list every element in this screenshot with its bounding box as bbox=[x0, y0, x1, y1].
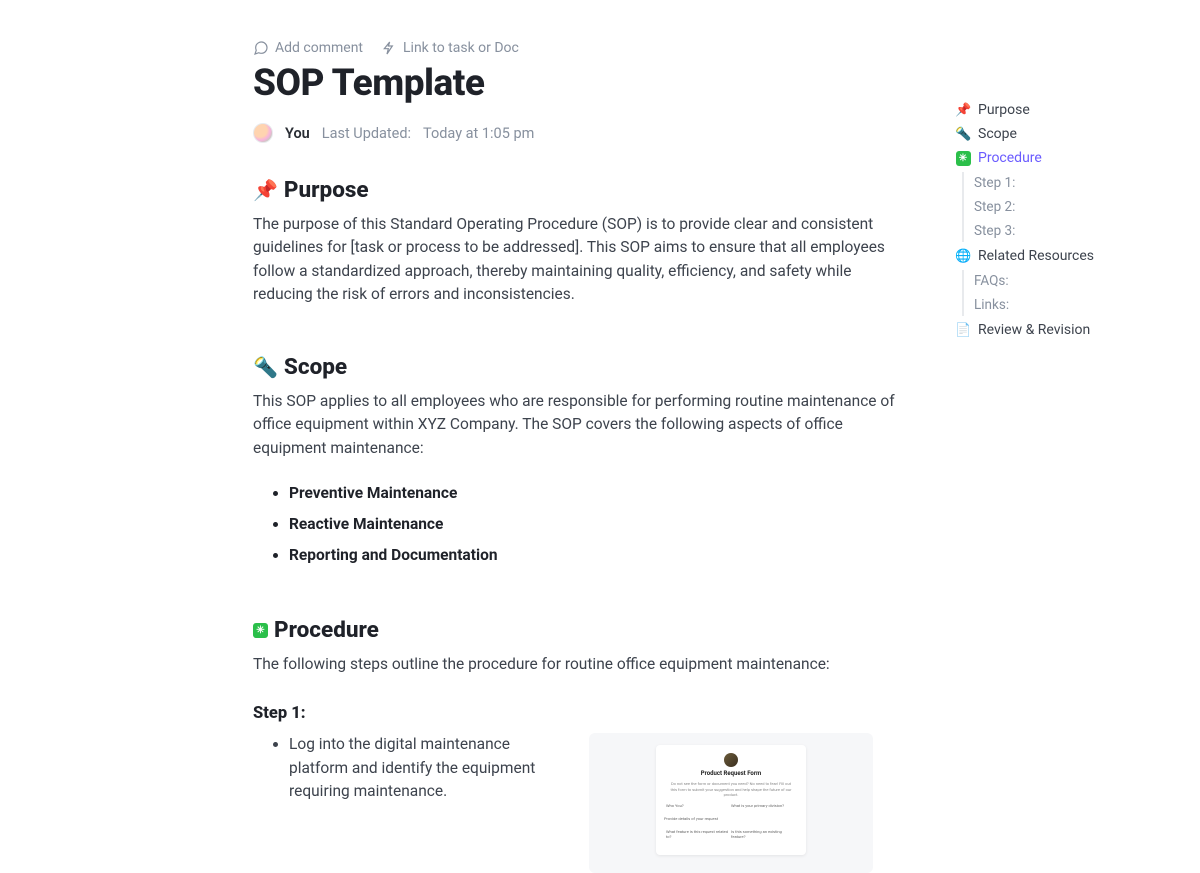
outline-sidebar: 📌 Purpose 🔦 Scope ✳ Procedure Step 1: St… bbox=[955, 98, 1155, 342]
purpose-heading: 📌 Purpose bbox=[253, 177, 913, 203]
outline-label: Scope bbox=[978, 126, 1017, 142]
page-title: SOP Template bbox=[253, 62, 913, 105]
outline-item-review[interactable]: 📄 Review & Revision bbox=[955, 318, 1155, 342]
outline-procedure-subs: Step 1: Step 2: Step 3: bbox=[962, 172, 1155, 242]
outline-sub-step3[interactable]: Step 3: bbox=[974, 220, 1155, 242]
asterisk-badge-icon: ✳ bbox=[253, 623, 268, 638]
last-updated-value: Today at 1:05 pm bbox=[423, 125, 534, 142]
asterisk-badge-icon: ✳ bbox=[955, 150, 971, 166]
outline-sub-faqs[interactable]: FAQs: bbox=[974, 270, 1155, 292]
link-doc-label: Link to task or Doc bbox=[403, 40, 519, 56]
procedure-heading: ✳ Procedure bbox=[253, 617, 913, 643]
scope-heading: 🔦 Scope bbox=[253, 354, 913, 380]
section-scope: 🔦 Scope This SOP applies to all employee… bbox=[253, 354, 913, 569]
procedure-intro: The following steps outline the procedur… bbox=[253, 653, 913, 676]
form-q1: Who You? bbox=[666, 803, 731, 808]
section-procedure: ✳ Procedure The following steps outline … bbox=[253, 617, 913, 873]
step-1-row: Log into the digital maintenance platfor… bbox=[253, 733, 913, 873]
purpose-heading-text: Purpose bbox=[284, 177, 369, 203]
outline-label: Procedure bbox=[978, 150, 1042, 166]
outline-sub-step1[interactable]: Step 1: bbox=[974, 172, 1155, 194]
outline-sub-step2[interactable]: Step 2: bbox=[974, 196, 1155, 218]
document-main: Add comment Link to task or Doc SOP Temp… bbox=[253, 40, 913, 873]
outline-item-scope[interactable]: 🔦 Scope bbox=[955, 122, 1155, 146]
form-description: Do not see the form or document you need… bbox=[664, 781, 798, 797]
embedded-form-preview[interactable]: Product Request Form Do not see the form… bbox=[589, 733, 873, 873]
form-q4b: Is this something an existing feature? bbox=[731, 829, 796, 839]
purpose-body: The purpose of this Standard Operating P… bbox=[253, 213, 913, 306]
pushpin-icon: 📌 bbox=[253, 178, 278, 202]
last-updated-label: Last Updated: bbox=[322, 125, 411, 142]
step-1-heading: Step 1: bbox=[253, 704, 913, 723]
list-item: Preventive Maintenance bbox=[289, 480, 913, 507]
scope-heading-text: Scope bbox=[284, 354, 347, 380]
outline-item-related[interactable]: 🌐 Related Resources bbox=[955, 244, 1155, 268]
flashlight-icon: 🔦 bbox=[955, 127, 971, 142]
top-actions: Add comment Link to task or Doc bbox=[253, 40, 913, 56]
outline-item-purpose[interactable]: 📌 Purpose bbox=[955, 98, 1155, 122]
link-icon bbox=[381, 40, 397, 56]
outline-sub-links[interactable]: Links: bbox=[974, 294, 1155, 316]
form-card: Product Request Form Do not see the form… bbox=[656, 745, 806, 855]
flashlight-icon: 🔦 bbox=[253, 355, 278, 379]
form-title: Product Request Form bbox=[664, 770, 798, 777]
link-doc-button[interactable]: Link to task or Doc bbox=[381, 40, 519, 56]
avatar[interactable] bbox=[253, 123, 273, 143]
byline: You Last Updated: Today at 1:05 pm bbox=[253, 123, 913, 143]
form-q4a: What feature is this request related to? bbox=[666, 829, 731, 839]
step-1-text: Log into the digital maintenance platfor… bbox=[253, 733, 553, 807]
outline-label: Purpose bbox=[978, 102, 1030, 118]
author-name: You bbox=[285, 125, 310, 142]
comment-icon bbox=[253, 40, 269, 56]
list-item: Reporting and Documentation bbox=[289, 542, 913, 569]
scope-body: This SOP applies to all employees who ar… bbox=[253, 390, 913, 460]
section-purpose: 📌 Purpose The purpose of this Standard O… bbox=[253, 177, 913, 306]
add-comment-button[interactable]: Add comment bbox=[253, 40, 363, 56]
procedure-heading-text: Procedure bbox=[274, 617, 379, 643]
outline-label: Related Resources bbox=[978, 248, 1094, 264]
page-icon: 📄 bbox=[955, 323, 971, 338]
step-1-body: Log into the digital maintenance platfor… bbox=[289, 733, 553, 803]
outline-item-procedure[interactable]: ✳ Procedure bbox=[955, 146, 1155, 170]
scope-list: Preventive Maintenance Reactive Maintena… bbox=[253, 480, 913, 569]
add-comment-label: Add comment bbox=[275, 40, 363, 56]
outline-related-subs: FAQs: Links: bbox=[962, 270, 1155, 316]
list-item: Reactive Maintenance bbox=[289, 511, 913, 538]
pushpin-icon: 📌 bbox=[955, 103, 971, 118]
outline-label: Review & Revision bbox=[978, 322, 1090, 338]
form-q2: What is your primary division? bbox=[731, 803, 796, 808]
form-avatar-icon bbox=[724, 753, 738, 767]
form-q3: Provide details of your request bbox=[664, 816, 798, 821]
globe-icon: 🌐 bbox=[955, 249, 971, 264]
